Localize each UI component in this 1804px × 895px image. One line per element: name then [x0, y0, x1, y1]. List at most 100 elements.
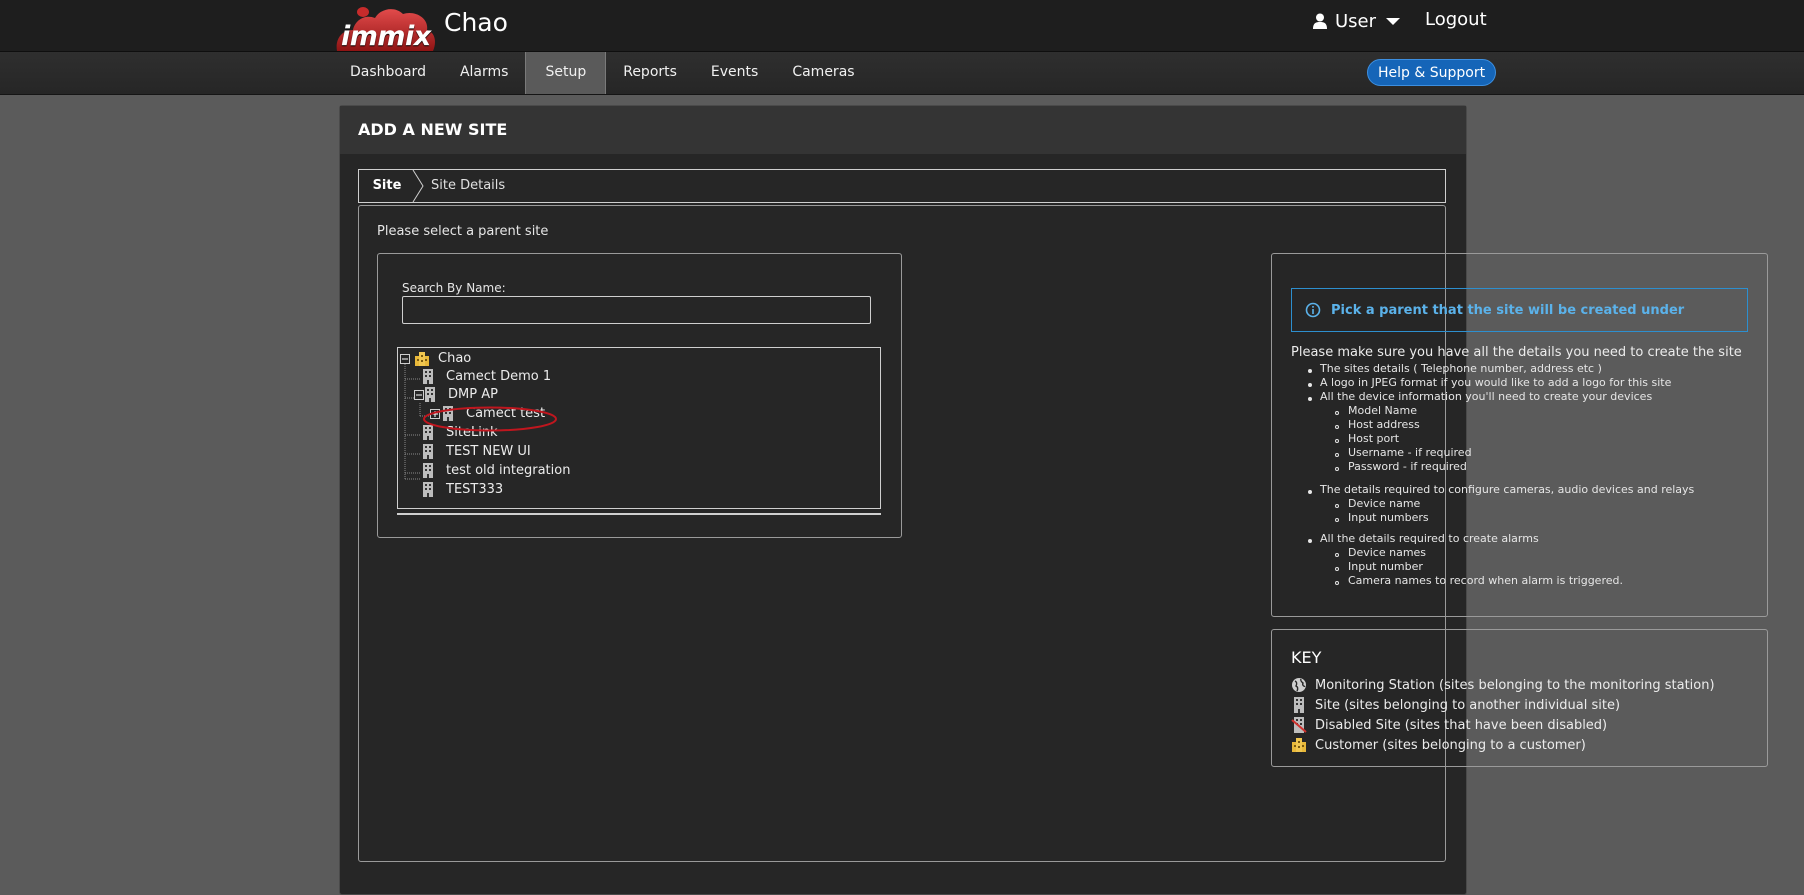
main-nav: Dashboard Alarms Setup Reports Events Ca… [0, 52, 1804, 95]
tree-node-test-new-ui[interactable]: TEST NEW UI [422, 442, 531, 461]
logout-link[interactable]: Logout [1425, 9, 1487, 30]
sub-bullet [1335, 453, 1339, 457]
tree-node-label: Chao [438, 351, 472, 366]
chevron-down-icon [1386, 17, 1401, 25]
breadcrumb-site[interactable]: Site [359, 170, 415, 202]
info-icon [1305, 302, 1321, 318]
customer-icon [1292, 738, 1306, 752]
sub-bullet [1335, 504, 1339, 508]
tree-node-test333[interactable]: TEST333 [422, 480, 503, 499]
key-item-monitoring-station: Monitoring Station (sites belonging to t… [1291, 676, 1715, 694]
site-icon [1294, 697, 1304, 713]
nav-reports[interactable]: Reports [606, 52, 694, 94]
sub-bullet [1335, 467, 1339, 471]
site-icon [423, 463, 433, 478]
requirement-subitem: Input number [1348, 560, 1423, 573]
key-item-site: Site (sites belonging to another individ… [1291, 696, 1620, 714]
bullet [1308, 490, 1312, 494]
search-label: Search By Name: [402, 281, 506, 295]
breadcrumb: Site Site Details [358, 169, 1446, 203]
info-alert: Pick a parent that the site will be crea… [1291, 288, 1748, 332]
icon-key-box: KEY Monitoring Station (sites belonging … [1271, 629, 1768, 767]
user-icon [1313, 13, 1327, 29]
bullet [1308, 539, 1312, 543]
search-by-name-input[interactable] [402, 296, 871, 324]
requirement-item: The details required to configure camera… [1320, 483, 1695, 496]
requirement-subitem: Input numbers [1348, 511, 1429, 524]
disabled-site-icon [1291, 717, 1307, 733]
user-menu[interactable]: User [1313, 9, 1401, 33]
site-requirements-box: Pick a parent that the site will be crea… [1271, 253, 1768, 617]
sub-bullet [1335, 567, 1339, 571]
nav-alarms[interactable]: Alarms [443, 52, 526, 94]
key-item-disabled-site: Disabled Site (sites that have been disa… [1291, 716, 1607, 734]
requirement-subitem: Host address [1348, 418, 1420, 431]
site-icon [423, 444, 433, 459]
user-menu-label: User [1335, 10, 1377, 32]
breadcrumb-site-details: Site Details [431, 178, 506, 193]
site-title: Chao [444, 8, 508, 37]
help-support-button[interactable]: Help & Support [1367, 59, 1497, 86]
customer-icon [415, 351, 429, 366]
requirement-subitem: Device names [1348, 546, 1427, 559]
collapse-icon[interactable] [400, 353, 410, 364]
top-bar: immix Chao User Logout [0, 0, 1804, 52]
key-item-text: Disabled Site (sites that have been disa… [1315, 717, 1608, 733]
key-item-customer: Customer (sites belonging to a customer) [1291, 736, 1586, 754]
parent-site-selector: Search By Name: Chao Camect Demo 1 DMP A… [377, 253, 902, 538]
sub-bullet [1335, 581, 1339, 585]
collapse-icon[interactable] [414, 389, 424, 400]
requirement-item: All the device information you'll need t… [1320, 390, 1653, 403]
site-icon [423, 482, 433, 497]
tree-node-label: TEST333 [446, 482, 504, 497]
key-title: KEY [1291, 648, 1322, 667]
requirement-subitem: Password - if required [1348, 460, 1467, 473]
nav-setup[interactable]: Setup [525, 52, 607, 94]
bullet [1308, 397, 1312, 401]
sub-bullet [1335, 411, 1339, 415]
immix-logo[interactable]: immix [333, 4, 437, 52]
nav-dashboard[interactable]: Dashboard [333, 52, 443, 94]
page-title: ADD A NEW SITE [358, 120, 508, 139]
select-parent-prompt: Please select a parent site [377, 224, 549, 239]
tree-node-label: TEST NEW UI [446, 444, 531, 459]
tree-node-chao[interactable]: Chao [400, 349, 471, 368]
sub-bullet [1335, 439, 1339, 443]
requirement-subitem: Host port [1348, 432, 1400, 445]
sub-bullet [1335, 518, 1339, 522]
tree-node-test-old-integration[interactable]: test old integration [422, 461, 570, 480]
add-site-panel: ADD A NEW SITE Site Site Details Please … [339, 105, 1768, 895]
breadcrumb-chevron-icon [412, 170, 424, 202]
requirement-item: All the details required to create alarm… [1320, 532, 1539, 545]
requirement-subitem: Username - if required [1348, 446, 1472, 459]
bullet [1308, 369, 1312, 373]
tree-node-label: DMP AP [448, 387, 498, 402]
globe-icon [1292, 678, 1306, 692]
info-alert-text: Pick a parent that the site will be crea… [1331, 302, 1685, 318]
tree-node-label: Camect Demo 1 [446, 369, 552, 384]
tree-node-camect-demo-1[interactable]: Camect Demo 1 [422, 367, 551, 386]
requirement-subitem: Device name [1348, 497, 1421, 510]
requirements-heading: Please make sure you have all the detail… [1291, 345, 1742, 360]
panel-header: ADD A NEW SITE [340, 106, 1466, 154]
key-item-text: Customer (sites belonging to a customer) [1315, 737, 1586, 753]
requirement-item: The sites details ( Telephone number, ad… [1320, 362, 1602, 375]
content-area: Please select a parent site Search By Na… [358, 205, 1768, 862]
tree-node-dmp-ap[interactable]: DMP AP [414, 385, 498, 404]
requirement-subitem: Model Name [1348, 404, 1417, 417]
nav-events[interactable]: Events [694, 52, 775, 94]
nav-cameras[interactable]: Cameras [775, 52, 871, 94]
tree-divider [397, 513, 881, 515]
site-icon [425, 387, 435, 402]
sub-bullet [1335, 425, 1339, 429]
sub-bullet [1335, 553, 1339, 557]
tree-node-label: test old integration [446, 463, 571, 478]
bullet [1308, 383, 1312, 387]
key-item-text: Site (sites belonging to another individ… [1315, 697, 1621, 713]
requirement-subitem: Camera names to record when alarm is tri… [1348, 574, 1623, 587]
requirement-item: A logo in JPEG format if you would like … [1320, 376, 1672, 389]
logo-text: immix [341, 21, 431, 52]
key-item-text: Monitoring Station (sites belonging to t… [1315, 677, 1715, 693]
site-icon [423, 369, 433, 384]
highlight-ellipse-annotation [423, 406, 557, 432]
